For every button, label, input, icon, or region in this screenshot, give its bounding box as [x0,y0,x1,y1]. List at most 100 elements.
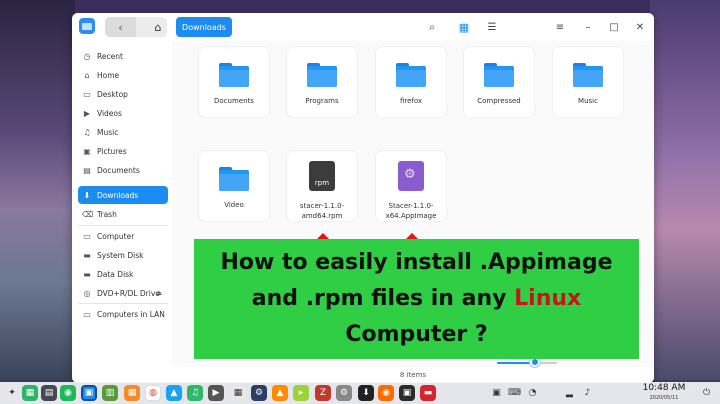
breadcrumb-downloads[interactable]: Downloads [176,17,232,37]
launcher-icon[interactable]: ✦ [4,385,20,401]
search-icon[interactable]: ⌕ [424,19,440,35]
grid-view-icon[interactable]: ▦ [456,19,472,35]
sidebar-item-label: Videos [97,108,122,118]
folder-icon [219,63,249,87]
firefox-icon[interactable]: ◉ [378,385,394,401]
app-store-icon[interactable]: ▣ [399,385,415,401]
sidebar-item-home[interactable]: ⌂ Home [78,66,168,84]
volume-icon[interactable]: ♪ [581,386,594,399]
taskbar: ✦ ▦ ▤ ◉ ▣ ▥ ▦ ◍ ▲ ♫ ▶ ▦ ⚙ ▲ ▸ Z ⚙ ⬇ ◉ ▣ … [0,382,720,404]
sidebar-item-label: System Disk [97,250,144,260]
sidebar-item-music[interactable]: ♫ Music [78,123,168,141]
network-icon: ▭ [83,309,91,319]
video-player-icon[interactable]: ▶ [208,385,224,401]
sidebar-item-label: Trash [97,209,117,219]
clock-time[interactable]: 10:48 AM [640,383,688,394]
file-item-compressed[interactable]: Compressed [464,47,534,117]
terminal-icon[interactable]: ▸ [293,385,309,401]
file-item-stacer-appimage[interactable]: Stacer-1.1.0-x64.AppImage [376,151,446,221]
sidebar-item-label: Computers in LAN [97,309,165,319]
menu-icon[interactable]: ≡ [552,19,568,35]
file-name: stacer-1.1.0- amd64.rpm [299,202,345,220]
sidebar-item-label: Desktop [97,89,128,99]
sidebar-item-system-disk[interactable]: ▬ System Disk [78,246,168,264]
camera-icon[interactable]: ▣ [490,386,503,399]
home-button[interactable]: ⌂ [149,18,167,36]
settings-icon[interactable]: ⚙ [251,385,267,401]
file-manager-icon[interactable]: ▣ [81,385,97,401]
sidebar-item-videos[interactable]: ▶ Videos [78,104,168,122]
minimize-icon[interactable]: – [580,19,596,35]
back-button[interactable]: ‹ [105,17,136,37]
archive-icon[interactable]: ▦ [124,385,140,401]
sidebar-item-data-disk[interactable]: ▬ Data Disk [78,265,168,283]
file-item-music[interactable]: Music [553,47,623,117]
keyboard-icon[interactable]: ⌨ [508,386,521,399]
file-item-video[interactable]: Video [199,151,269,221]
downloader-icon[interactable]: ⬇ [358,385,374,401]
maximize-icon[interactable]: □ [606,19,622,35]
network-icon[interactable]: ▂ [563,386,576,399]
sidebar-item-computer[interactable]: ▭ Computer [78,227,168,245]
file-item-documents[interactable]: Documents [199,47,269,117]
computer-icon: ▭ [83,231,91,241]
disk-icon: ▬ [83,269,91,279]
banner-line-2: and .rpm files in any Linux [251,286,582,311]
window-switcher-icon[interactable]: ▤ [41,385,57,401]
music-icon: ♫ [83,127,91,137]
status-item-count: 8 items [172,367,654,383]
gallery-icon[interactable]: ▥ [102,385,118,401]
settings-gear-icon[interactable]: ⚙ [336,385,352,401]
sidebar-item-label: Home [97,70,120,80]
sidebar-item-desktop[interactable]: ▭ Desktop [78,85,168,103]
file-name: firefox [399,97,423,105]
folder-icon [484,63,514,87]
file-item-programs[interactable]: Programs [287,47,357,117]
appimage-gear-icon [398,161,424,191]
vlc-icon[interactable]: ▲ [272,385,288,401]
filezilla-icon[interactable]: Z [315,385,331,401]
sidebar-item-dvd-drive[interactable]: ◎ DVD+R/DL Drive ⏏ [78,284,168,302]
chrome-icon[interactable]: ◍ [145,385,161,401]
sidebar-item-computers-in-lan[interactable]: ▭ Computers in LAN [78,305,168,323]
sidebar-item-trash[interactable]: ⌫ Trash [78,205,168,223]
file-name: Video [224,201,244,209]
sidebar-item-recent[interactable]: ◷ Recent [78,47,168,65]
close-icon[interactable]: ✕ [632,19,648,35]
zoom-slider[interactable] [497,362,557,364]
eject-icon[interactable]: ⏏ [156,290,162,297]
sidebar: ◷ Recent ⌂ Home ▭ Desktop ▶ Videos ♫ Music ▣ P… [72,41,172,383]
sidebar-item-label: Pictures [97,146,127,156]
folder-icon [307,63,337,87]
file-manager-logo-icon [79,18,95,34]
sidebar-divider [78,303,168,304]
timer-icon[interactable]: ◔ [526,386,539,399]
spotify-icon[interactable]: ◉ [60,385,76,401]
clock-date: 2020/05/11 [649,395,679,401]
list-view-icon[interactable]: ☰ [484,19,500,35]
sidebar-item-pictures[interactable]: ▣ Pictures [78,142,168,160]
wallpaper-left [0,0,75,380]
disk-icon: ▬ [83,250,91,260]
dvd-icon: ◎ [83,288,91,298]
file-name: Compressed [477,97,521,105]
photo-viewer-icon[interactable]: ▲ [166,385,182,401]
sidebar-item-label: Data Disk [97,269,134,279]
title-banner: How to easily install .Appimage and .rpm… [194,239,639,359]
file-item-firefox[interactable]: firefox [376,47,446,117]
folder-icon [573,63,603,87]
sidebar-item-downloads[interactable]: ⬇ Downloads [78,186,168,204]
banner-line-3: Computer ? [345,322,488,347]
folder-icon [396,63,426,87]
titlebar: ‹ ⌂ Downloads ⌕ ▦ ☰ ≡ – □ ✕ [72,13,654,41]
power-icon[interactable]: ⏻ [700,386,713,399]
file-item-stacer-rpm[interactable]: rpm stacer-1.1.0- amd64.rpm [287,151,357,221]
workspace-icon[interactable]: ▦ [22,385,38,401]
presentation-icon[interactable]: ▬ [420,385,436,401]
music-player-icon[interactable]: ♫ [187,385,203,401]
rpm-package-icon: rpm [309,161,335,191]
sidebar-item-documents[interactable]: ▤ Documents [78,161,168,179]
sidebar-item-label: Computer [97,231,135,241]
file-name: Music [578,97,598,105]
calendar-icon[interactable]: ▦ [230,385,246,401]
